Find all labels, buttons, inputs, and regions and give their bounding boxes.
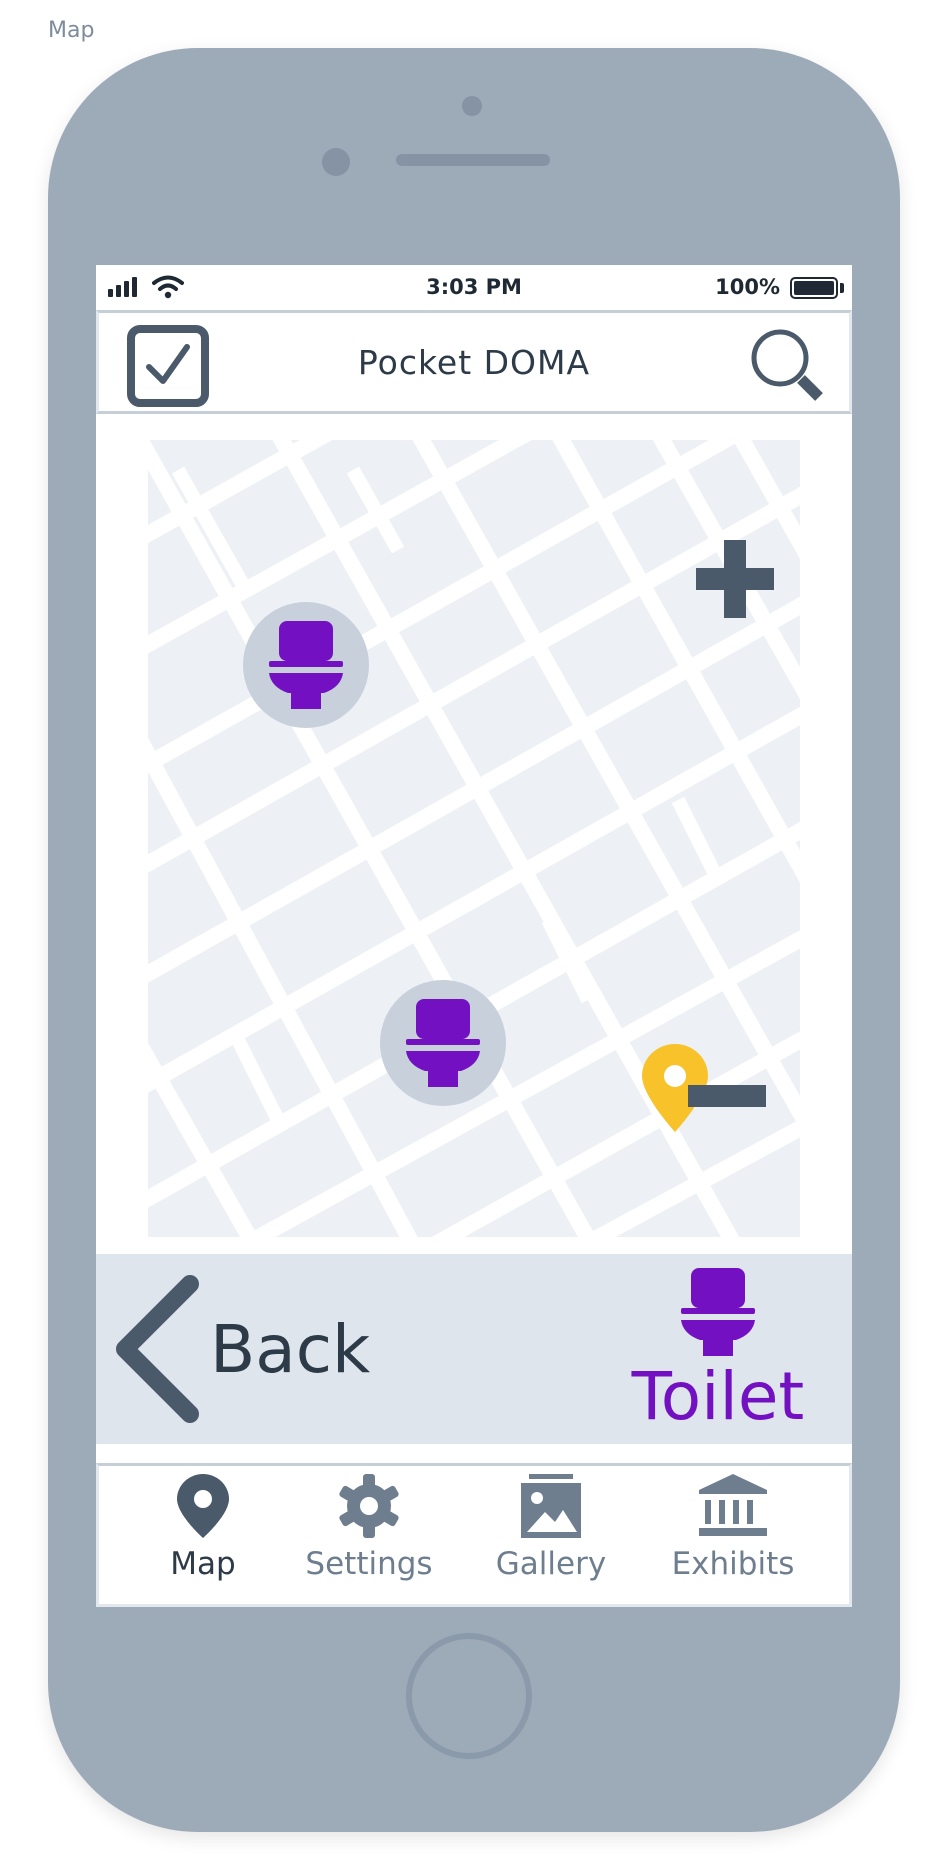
search-icon[interactable] (747, 325, 827, 405)
category-label: Toilet (631, 1358, 805, 1435)
back-button[interactable]: Back (110, 1274, 390, 1424)
map-pin-icon (177, 1474, 229, 1538)
toilet-icon (406, 999, 480, 1087)
phone-frame: 3:03 PM 100% Pocket DOMA Back Toilet Map… (48, 48, 900, 1832)
back-label: Back (210, 1310, 371, 1388)
frame-label: Map (48, 18, 95, 43)
tab-gallery[interactable]: Gallery (466, 1474, 636, 1582)
toilet-marker[interactable] (380, 980, 506, 1106)
phone-screen: 3:03 PM 100% Pocket DOMA Back Toilet Map… (96, 265, 852, 1607)
battery-percent: 100% (715, 275, 780, 299)
toilet-marker[interactable] (243, 602, 369, 728)
gear-icon (339, 1474, 399, 1538)
image-icon (521, 1474, 581, 1538)
museum-icon (699, 1474, 767, 1536)
category-filter[interactable]: Toilet (628, 1268, 808, 1430)
home-button[interactable] (406, 1633, 532, 1759)
tab-label: Exhibits (671, 1546, 795, 1582)
tab-exhibits[interactable]: Exhibits (648, 1474, 818, 1582)
phone-camera (462, 96, 482, 116)
toilet-icon (681, 1268, 755, 1356)
tab-label: Map (170, 1546, 236, 1582)
zoom-in-button[interactable] (696, 540, 774, 618)
map-view[interactable] (148, 440, 800, 1237)
tab-label: Settings (305, 1546, 433, 1582)
page-title: Pocket DOMA (357, 343, 591, 382)
zoom-out-button[interactable] (688, 1085, 766, 1107)
tab-bar: Map Settings Gallery Exhibits (96, 1463, 852, 1607)
tab-map[interactable]: Map (118, 1474, 288, 1582)
battery-icon (790, 277, 838, 299)
phone-speaker (396, 154, 550, 166)
toilet-icon (269, 621, 343, 709)
tab-label: Gallery (495, 1546, 607, 1582)
status-bar: 3:03 PM 100% (96, 265, 852, 309)
phone-sensor (322, 148, 350, 176)
battery-nub (840, 283, 844, 293)
action-bar: Back Toilet (96, 1254, 852, 1444)
app-header: Pocket DOMA (96, 310, 852, 414)
chevron-left-icon (116, 1275, 199, 1423)
tab-settings[interactable]: Settings (284, 1474, 454, 1582)
